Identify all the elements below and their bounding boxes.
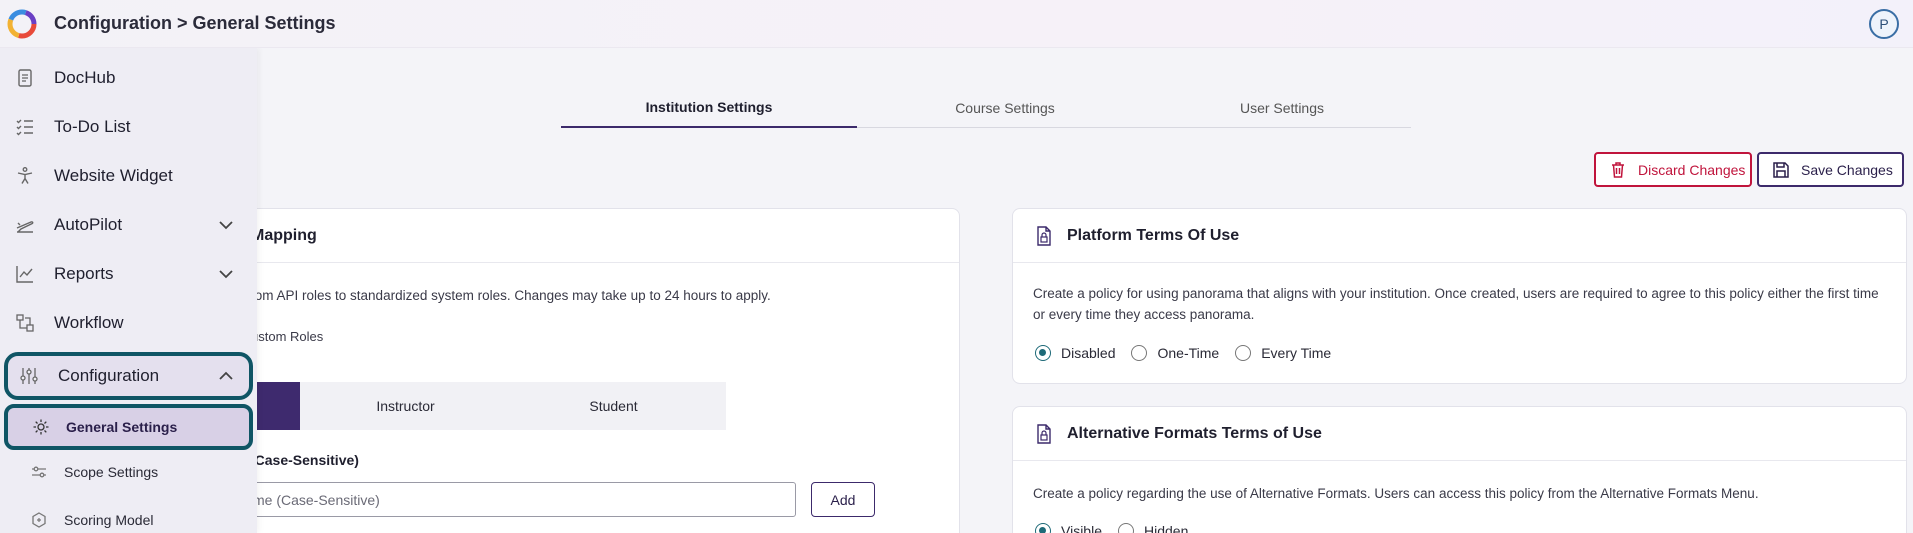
scoring-icon <box>30 511 48 529</box>
sidebar-subitem-label: General Settings <box>66 419 178 435</box>
radio-dot[interactable] <box>1235 345 1252 361</box>
save-label: Save Changes <box>1801 161 1893 178</box>
chevron-down-icon[interactable] <box>217 265 235 283</box>
sidebar-item-label: To-Do List <box>54 117 131 136</box>
role-mapping-title: Mapping <box>251 226 317 244</box>
role-tab-instructor[interactable]: Instructor <box>300 382 511 430</box>
save-icon <box>1771 160 1791 180</box>
add-role-button[interactable]: Add <box>811 482 875 517</box>
sidebar-item-label: Reports <box>54 264 114 283</box>
sidebar-subitem-scope-settings[interactable]: Scope Settings <box>8 451 251 493</box>
platform-terms-header: Platform Terms Of Use <box>1013 209 1906 263</box>
sliders-small-icon <box>30 463 48 481</box>
radio-hidden-label: Hidden <box>1144 523 1189 533</box>
top-bar: Configuration > General Settings P <box>0 0 1913 48</box>
alt-formats-terms-description: Create a policy regarding the use of Alt… <box>1033 486 1759 501</box>
alt-formats-terms-card: Alternative Formats Terms of Use Create … <box>1012 406 1907 533</box>
sidebar-subitem-label: Scoring Model <box>64 512 154 528</box>
sidebar-item-label: Configuration <box>58 366 160 385</box>
radio-disabled[interactable]: Disabled <box>1035 345 1115 361</box>
settings-tabs: Institution Settings Course Settings Use… <box>561 88 1411 128</box>
document-lock-icon <box>1033 225 1055 247</box>
sidebar-item-label: AutoPilot <box>54 215 123 234</box>
platform-terms-description: Create a policy for using panorama that … <box>1033 286 1879 322</box>
radio-hidden[interactable]: Hidden <box>1118 523 1188 533</box>
sidebar-subitem-label: Scope Settings <box>64 464 159 480</box>
sidebar: DocHub To-Do List Website Widget AutoPil… <box>0 48 257 533</box>
radio-dot-selected[interactable] <box>1035 345 1051 361</box>
sidebar-item-website-widget[interactable]: Website Widget <box>0 154 257 198</box>
sidebar-item-configuration[interactable]: Configuration <box>4 352 253 400</box>
discard-changes-button[interactable]: Discard Changes <box>1594 152 1752 187</box>
role-field-label: (Case-Sensitive) <box>250 452 359 468</box>
chevron-down-icon[interactable] <box>217 216 235 234</box>
save-changes-button[interactable]: Save Changes <box>1757 152 1904 187</box>
alt-formats-terms-options: Visible Hidden <box>1035 523 1204 533</box>
radio-dot[interactable] <box>1131 345 1148 361</box>
platform-terms-options: Disabled One-Time Every Time <box>1035 345 1347 361</box>
radio-dot[interactable] <box>1118 523 1134 533</box>
platform-terms-title: Platform Terms Of Use <box>1067 226 1240 244</box>
role-mapping-header: Mapping <box>191 209 959 263</box>
radio-visible[interactable]: Visible <box>1035 523 1102 533</box>
radio-visible-label: Visible <box>1061 523 1102 533</box>
plane-icon <box>14 214 36 236</box>
tab-user-settings[interactable]: User Settings <box>1153 88 1411 128</box>
sidebar-item-workflow[interactable]: Workflow <box>0 301 257 345</box>
document-lock-icon <box>1033 423 1055 445</box>
radio-one-time-label: One-Time <box>1157 345 1220 361</box>
sidebar-item-label: Workflow <box>54 313 124 332</box>
chevron-up-icon[interactable] <box>217 367 235 385</box>
gear-icon <box>32 418 50 436</box>
alt-formats-terms-title: Alternative Formats Terms of Use <box>1067 424 1322 442</box>
sidebar-subitem-general-settings[interactable]: General Settings <box>4 404 253 450</box>
role-tab-student[interactable]: Student <box>511 382 716 430</box>
sidebar-item-todo-list[interactable]: To-Do List <box>0 105 257 149</box>
discard-label: Discard Changes <box>1638 161 1746 178</box>
breadcrumb: Configuration > General Settings <box>54 13 336 33</box>
tab-institution-settings[interactable]: Institution Settings <box>561 88 857 128</box>
sidebar-item-autopilot[interactable]: AutoPilot <box>0 203 257 247</box>
accessibility-icon <box>14 165 36 187</box>
line-chart-icon <box>14 263 36 285</box>
trash-icon <box>1608 160 1628 180</box>
sidebar-item-label: DocHub <box>54 68 116 87</box>
checklist-icon <box>14 116 36 138</box>
radio-disabled-label: Disabled <box>1061 345 1116 361</box>
alt-formats-terms-header: Alternative Formats Terms of Use <box>1013 407 1906 461</box>
sliders-icon <box>18 365 40 387</box>
tab-course-settings[interactable]: Course Settings <box>857 88 1153 128</box>
role-mapping-description: tom API roles to standardized system rol… <box>251 288 771 303</box>
sidebar-item-label: Website Widget <box>54 166 173 185</box>
sidebar-item-dochub[interactable]: DocHub <box>0 56 257 100</box>
radio-one-time[interactable]: One-Time <box>1131 345 1219 361</box>
app-logo[interactable] <box>6 8 38 40</box>
sidebar-item-reports[interactable]: Reports <box>0 252 257 296</box>
sidebar-subitem-scoring-model[interactable]: Scoring Model <box>8 499 251 533</box>
document-icon <box>14 67 36 89</box>
platform-terms-card: Platform Terms Of Use Create a policy fo… <box>1012 208 1907 384</box>
radio-dot-selected[interactable] <box>1035 523 1051 533</box>
avatar[interactable]: P <box>1869 9 1899 39</box>
workflow-icon <box>14 312 36 334</box>
radio-every-time[interactable]: Every Time <box>1235 345 1331 361</box>
radio-every-time-label: Every Time <box>1261 345 1332 361</box>
custom-roles-label: ustom Roles <box>251 329 324 344</box>
role-name-input[interactable]: me (Case-Sensitive) <box>190 482 796 517</box>
